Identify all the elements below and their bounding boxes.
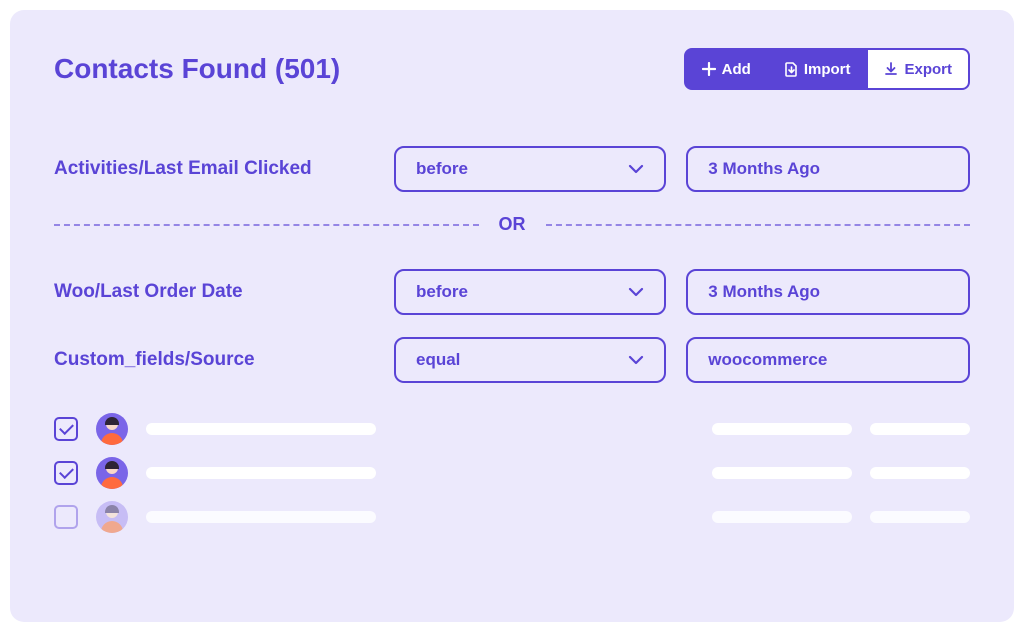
- filter-value: woocommerce: [708, 350, 827, 370]
- row-checkbox[interactable]: [54, 505, 78, 529]
- contact-list: [54, 413, 970, 533]
- export-button[interactable]: Export: [867, 48, 970, 90]
- filter-value-input[interactable]: woocommerce: [686, 337, 970, 383]
- filter-operator-select[interactable]: before: [394, 269, 666, 315]
- operator-value: equal: [416, 350, 460, 370]
- export-label: Export: [904, 61, 952, 78]
- import-label: Import: [804, 61, 851, 78]
- separator-line: [546, 224, 971, 226]
- filter-field-label: Woo/Last Order Date: [54, 281, 374, 303]
- separator-label: OR: [491, 214, 534, 235]
- filter-value: 3 Months Ago: [708, 159, 820, 179]
- filter-value-input[interactable]: 3 Months Ago: [686, 146, 970, 192]
- filter-field-label: Activities/Last Email Clicked: [54, 158, 374, 180]
- filter-operator-select[interactable]: equal: [394, 337, 666, 383]
- operator-value: before: [416, 159, 468, 179]
- filter-row: Woo/Last Order Date before 3 Months Ago: [54, 269, 970, 315]
- name-placeholder: [146, 511, 376, 523]
- col-placeholder: [870, 467, 970, 479]
- separator-line: [54, 224, 479, 226]
- or-separator: OR: [54, 214, 970, 235]
- name-placeholder: [146, 423, 376, 435]
- plus-icon: [702, 62, 716, 76]
- add-label: Add: [722, 61, 751, 78]
- col-placeholder: [870, 511, 970, 523]
- header-actions: Add Import Export: [684, 48, 970, 90]
- col-placeholder: [870, 423, 970, 435]
- add-button[interactable]: Add: [684, 48, 768, 90]
- avatar: [96, 501, 128, 533]
- filter-row: Custom_fields/Source equal woocommerce: [54, 337, 970, 383]
- download-icon: [884, 62, 898, 77]
- file-import-icon: [785, 62, 798, 77]
- filter-row: Activities/Last Email Clicked before 3 M…: [54, 146, 970, 192]
- list-item: [54, 457, 970, 489]
- page-title: Contacts Found (501): [54, 53, 340, 85]
- import-button[interactable]: Import: [768, 48, 868, 90]
- list-item: [54, 501, 970, 533]
- col-placeholder: [712, 467, 852, 479]
- name-placeholder: [146, 467, 376, 479]
- avatar: [96, 413, 128, 445]
- filter-value: 3 Months Ago: [708, 282, 820, 302]
- col-placeholder: [712, 511, 852, 523]
- chevron-down-icon: [628, 164, 644, 174]
- row-checkbox[interactable]: [54, 461, 78, 485]
- operator-value: before: [416, 282, 468, 302]
- contacts-panel: Contacts Found (501) Add Import Export: [10, 10, 1014, 622]
- filter-value-input[interactable]: 3 Months Ago: [686, 269, 970, 315]
- panel-header: Contacts Found (501) Add Import Export: [54, 48, 970, 90]
- list-item: [54, 413, 970, 445]
- chevron-down-icon: [628, 287, 644, 297]
- avatar: [96, 457, 128, 489]
- chevron-down-icon: [628, 355, 644, 365]
- row-checkbox[interactable]: [54, 417, 78, 441]
- filter-field-label: Custom_fields/Source: [54, 349, 374, 371]
- filter-operator-select[interactable]: before: [394, 146, 666, 192]
- col-placeholder: [712, 423, 852, 435]
